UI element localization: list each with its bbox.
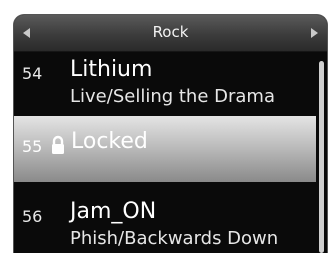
category-title: Rock [152, 23, 189, 41]
list-item[interactable]: 54 Lithium Live/Selling the Drama [14, 52, 316, 114]
track-subtitle: Phish/Backwards Down [70, 228, 279, 249]
track-number: 54 [22, 64, 43, 83]
track-title: Jam_ON [70, 199, 157, 224]
list-item-selected[interactable]: 55 Locked [14, 116, 316, 182]
track-title: Locked [71, 129, 148, 154]
category-header: Rock [14, 15, 327, 52]
track-title: Lithium [70, 57, 153, 82]
music-list-screen: Rock 54 Lithium Live/Selling the Drama 5… [13, 14, 328, 253]
track-subtitle: Live/Selling the Drama [70, 86, 275, 107]
triangle-right-icon[interactable] [311, 28, 318, 38]
scrollbar-thumb[interactable] [319, 61, 324, 253]
padlock-icon [52, 135, 64, 154]
track-number: 56 [22, 207, 43, 226]
track-number: 55 [22, 137, 43, 156]
list-item[interactable]: 56 Jam_ON Phish/Backwards Down [14, 182, 316, 249]
